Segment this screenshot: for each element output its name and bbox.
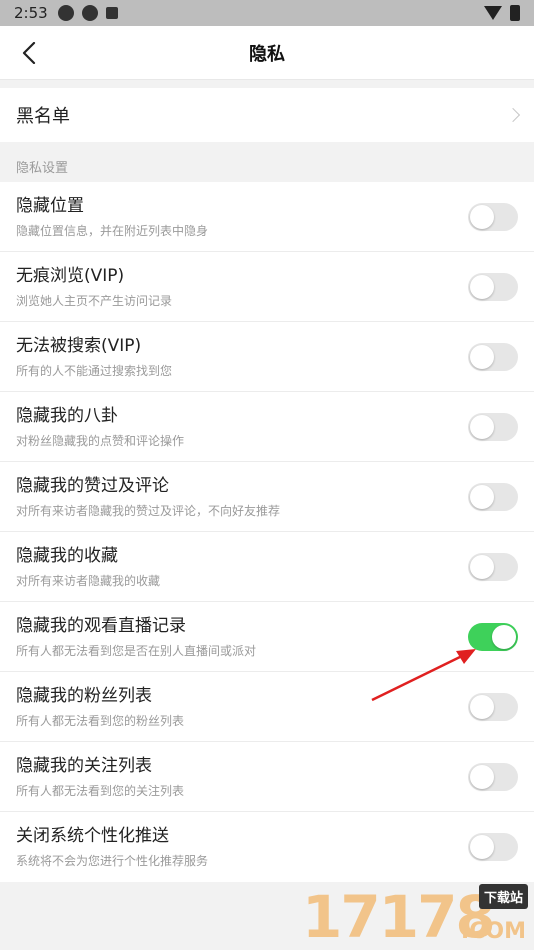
setting-text: 关闭系统个性化推送系统将不会为您进行个性化推荐服务 <box>16 825 208 869</box>
setting-description: 对所有来访者隐藏我的赞过及评论，不向好友推荐 <box>16 503 281 518</box>
setting-description: 浏览她人主页不产生访问记录 <box>16 293 173 308</box>
toggle-knob <box>470 764 494 789</box>
toggle-knob <box>470 554 494 579</box>
setting-title: 隐藏我的收藏 <box>16 545 118 566</box>
notification-icon <box>105 7 118 19</box>
toggle-knob <box>492 624 516 649</box>
toggle-switch[interactable] <box>468 342 518 371</box>
toggle-knob <box>470 274 494 299</box>
setting-description: 所有人都无法看到您的粉丝列表 <box>16 713 185 728</box>
wifi-icon <box>484 6 502 20</box>
status-time: 2:53 <box>14 4 48 22</box>
setting-row: 隐藏我的粉丝列表所有人都无法看到您的粉丝列表 <box>0 672 534 742</box>
battery-icon <box>510 5 520 21</box>
blacklist-label: 黑名单 <box>16 106 70 127</box>
setting-description: 系统将不会为您进行个性化推荐服务 <box>16 854 209 868</box>
setting-title: 隐藏我的赞过及评论 <box>16 475 169 496</box>
page-title: 隐私 <box>249 43 285 65</box>
setting-title: 隐藏我的粉丝列表 <box>16 685 152 706</box>
toggle-switch[interactable] <box>468 833 518 861</box>
toggle-knob <box>470 835 494 859</box>
setting-row: 隐藏我的八卦对粉丝隐藏我的点赞和评论操作 <box>0 392 534 462</box>
setting-text: 隐藏我的赞过及评论对所有来访者隐藏我的赞过及评论，不向好友推荐 <box>16 475 280 519</box>
back-arrow-icon <box>22 42 36 64</box>
setting-description: 隐藏位置信息，并在附近列表中隐身 <box>16 223 209 238</box>
setting-text: 隐藏我的观看直播记录所有人都无法看到您是否在别人直播间或派对 <box>16 615 256 659</box>
section-header: 隐私设置 <box>16 161 69 176</box>
app-notification-icon <box>81 5 98 21</box>
toggle-switch[interactable] <box>468 552 518 581</box>
setting-row: 关闭系统个性化推送系统将不会为您进行个性化推荐服务 <box>0 812 534 882</box>
setting-text: 隐藏我的粉丝列表所有人都无法看到您的粉丝列表 <box>16 685 184 729</box>
setting-text: 无法被搜索(VIP) 所有的人不能通过搜索找到您 <box>16 335 172 379</box>
toggle-switch[interactable] <box>468 482 518 511</box>
toggle-knob <box>470 414 494 439</box>
setting-title: 隐藏我的八卦 <box>16 405 118 426</box>
setting-description: 所有人都无法看到您是否在别人直播间或派对 <box>16 643 257 658</box>
setting-title: 隐藏我的关注列表 <box>16 755 152 776</box>
setting-text: 隐藏我的收藏对所有来访者隐藏我的收藏 <box>16 545 160 589</box>
app-notification-icon <box>57 5 74 21</box>
privacy-settings-list: 隐藏位置隐藏位置信息，并在附近列表中隐身无痕浏览(VIP) 浏览她人主页不产生访问… <box>0 182 534 882</box>
toggle-switch[interactable] <box>468 762 518 791</box>
setting-title: 无痕浏览(VIP) <box>16 265 125 286</box>
blacklist-row[interactable]: 黑名单 <box>0 88 534 142</box>
setting-text: 隐藏位置隐藏位置信息，并在附近列表中隐身 <box>16 195 208 239</box>
watermark-suffix: .COM <box>460 919 526 944</box>
setting-description: 所有人都无法看到您的关注列表 <box>16 783 185 798</box>
setting-row: 隐藏我的收藏对所有来访者隐藏我的收藏 <box>0 532 534 602</box>
setting-row: 无痕浏览(VIP) 浏览她人主页不产生访问记录 <box>0 252 534 322</box>
setting-row: 隐藏位置隐藏位置信息，并在附近列表中隐身 <box>0 182 534 252</box>
setting-title: 隐藏我的观看直播记录 <box>16 615 186 636</box>
setting-title: 关闭系统个性化推送 <box>16 826 169 846</box>
toggle-switch[interactable] <box>468 202 518 231</box>
toggle-knob <box>470 694 494 719</box>
setting-description: 所有的人不能通过搜索找到您 <box>16 363 173 378</box>
setting-text: 隐藏我的关注列表所有人都无法看到您的关注列表 <box>16 755 184 799</box>
chevron-right-icon <box>505 107 521 123</box>
nav-bar: 隐私 <box>0 26 534 80</box>
setting-text: 隐藏我的八卦对粉丝隐藏我的点赞和评论操作 <box>16 405 184 449</box>
watermark-badge: 下载站 <box>478 884 528 909</box>
setting-row: 隐藏我的观看直播记录所有人都无法看到您是否在别人直播间或派对 <box>0 602 534 672</box>
toggle-switch[interactable] <box>468 622 518 651</box>
toggle-knob <box>470 484 494 509</box>
setting-title: 无法被搜索(VIP) <box>16 335 142 356</box>
setting-description: 对粉丝隐藏我的点赞和评论操作 <box>16 433 185 448</box>
toggle-switch[interactable] <box>468 412 518 441</box>
toggle-switch[interactable] <box>468 272 518 301</box>
status-bar: 2:53 <box>0 0 534 26</box>
toggle-knob <box>470 344 494 369</box>
setting-row: 无法被搜索(VIP) 所有的人不能通过搜索找到您 <box>0 322 534 392</box>
toggle-switch[interactable] <box>468 692 518 721</box>
watermark-logo: 17178 下载站 .COM <box>302 882 528 946</box>
setting-text: 无痕浏览(VIP) 浏览她人主页不产生访问记录 <box>16 265 172 309</box>
setting-row: 隐藏我的关注列表所有人都无法看到您的关注列表 <box>0 742 534 812</box>
setting-title: 隐藏位置 <box>16 195 84 216</box>
toggle-knob <box>470 204 494 229</box>
setting-description: 对所有来访者隐藏我的收藏 <box>16 573 161 588</box>
setting-row: 隐藏我的赞过及评论对所有来访者隐藏我的赞过及评论，不向好友推荐 <box>0 462 534 532</box>
back-button[interactable] <box>14 38 44 68</box>
